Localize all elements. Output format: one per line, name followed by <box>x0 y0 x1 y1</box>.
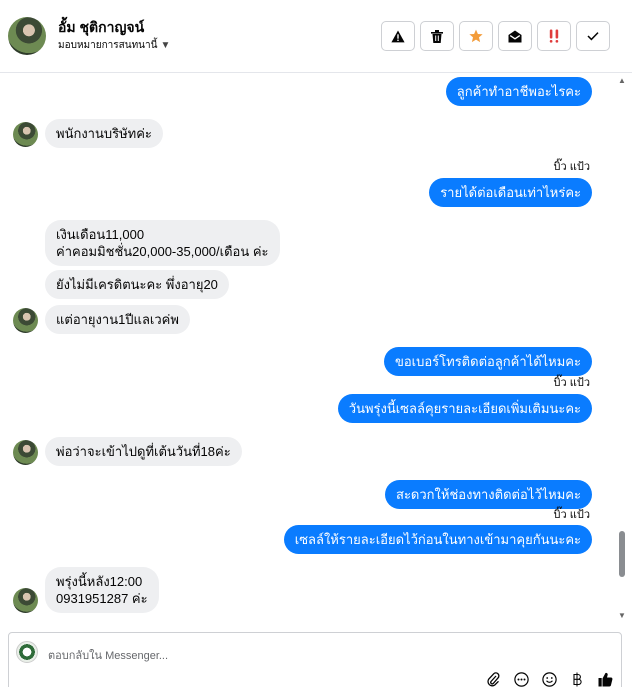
contact-avatar-small <box>13 308 38 333</box>
scrollbar-thumb[interactable] <box>619 531 625 577</box>
star-button[interactable] <box>459 21 493 51</box>
trash-icon <box>431 29 443 43</box>
contact-name[interactable]: อั้ม ชุติกาญจน์ <box>58 18 144 36</box>
reply-input[interactable]: ตอบกลับใน Messenger... <box>48 646 168 664</box>
scroll-down-icon[interactable]: ▼ <box>618 612 626 620</box>
message-line: ค่าคอมมิชชั่น20,000-35,000/เดือน ค่ะ <box>56 244 269 259</box>
message-outgoing[interactable]: ขอเบอร์โทรติดต่อลูกค้าได้ไหมคะ <box>383 347 592 376</box>
check-icon <box>587 32 599 41</box>
message-outgoing[interactable]: สะดวกให้ช่องทางติดต่อไว้ไหมคะ <box>385 480 592 509</box>
more-icon <box>513 671 529 687</box>
message-line: พรุ่งนี้หลัง12:00 <box>56 574 143 589</box>
assign-conversation-dropdown[interactable]: มอบหมายการสนทนานี้ ▼ <box>58 40 170 52</box>
message-line: เงินเดือน11,000 <box>56 227 145 242</box>
contact-avatar-small <box>13 440 38 465</box>
composer-tools <box>485 671 613 687</box>
report-icon <box>391 30 405 42</box>
contact-avatar-small <box>13 122 38 147</box>
seen-indicator: บิ๊ว แป้ว <box>553 161 590 173</box>
message-incoming[interactable]: เงินเดือน11,000 ค่าคอมมิชชั่น20,000-35,0… <box>45 220 280 266</box>
message-outgoing[interactable]: วันพรุ่งนี้เซลล์คุยรายละเอียดเพิ่มเติมนะ… <box>337 394 592 423</box>
priority-button[interactable] <box>537 21 571 51</box>
done-button[interactable] <box>576 21 610 51</box>
like-icon <box>598 672 612 687</box>
star-icon <box>469 29 483 43</box>
seen-indicator: บิ๊ว แป้ว <box>553 509 590 521</box>
priority-icon <box>549 29 559 43</box>
attach-button[interactable] <box>485 671 501 687</box>
message-list[interactable]: ลูกค้าทำอาชีพอะไรคะ พนักงานบริษัทค่ะ บิ๊… <box>0 73 632 624</box>
reply-composer[interactable]: ตอบกลับใน Messenger... <box>8 632 622 687</box>
mark-unread-icon <box>508 30 522 42</box>
assign-label: มอบหมายการสนทนานี้ <box>58 40 158 51</box>
scrollbar[interactable]: ▲ ▼ <box>616 73 628 624</box>
message-incoming[interactable]: แต่อายุงาน1ปีแลเวค่พ <box>45 305 190 334</box>
emoji-button[interactable] <box>541 671 557 687</box>
scroll-up-icon[interactable]: ▲ <box>618 77 626 85</box>
message-incoming[interactable]: พ่อว่าจะเข้าไปดูที่เต้นวันที่18ค่ะ <box>45 437 242 466</box>
message-outgoing[interactable]: เซลล์ให้รายละเอียดไว้ก่อนในทางเข้ามาคุยก… <box>283 525 592 554</box>
header-actions <box>381 21 610 51</box>
message-incoming[interactable]: ยังไม่มีเครดิตนะคะ พึ่งอายุ20 <box>45 270 229 299</box>
seen-indicator: บิ๊ว แป้ว <box>553 377 590 389</box>
contact-avatar[interactable] <box>8 17 46 55</box>
delete-button[interactable] <box>420 21 454 51</box>
mark-unread-button[interactable] <box>498 21 532 51</box>
contact-avatar-small <box>13 588 38 613</box>
message-incoming[interactable]: พนักงานบริษัทค่ะ <box>45 119 163 148</box>
attach-icon <box>487 671 500 686</box>
like-button[interactable] <box>597 671 613 687</box>
emoji-icon <box>541 671 557 687</box>
conversation-header: อั้ม ชุติกาญจน์ มอบหมายการสนทนานี้ ▼ <box>0 0 632 73</box>
payment-button[interactable] <box>569 671 585 687</box>
report-button[interactable] <box>381 21 415 51</box>
page-avatar <box>16 641 38 663</box>
message-outgoing[interactable]: ลูกค้าทำอาชีพอะไรคะ <box>445 77 592 106</box>
message-incoming[interactable]: พรุ่งนี้หลัง12:00 0931951287 ค่ะ <box>45 567 159 613</box>
currency-icon <box>573 672 582 686</box>
message-line: 0931951287 ค่ะ <box>56 591 148 606</box>
message-outgoing[interactable]: รายได้ต่อเดือนเท่าไหร่คะ <box>429 178 592 207</box>
caret-down-icon: ▼ <box>160 40 171 51</box>
more-button[interactable] <box>513 671 529 687</box>
